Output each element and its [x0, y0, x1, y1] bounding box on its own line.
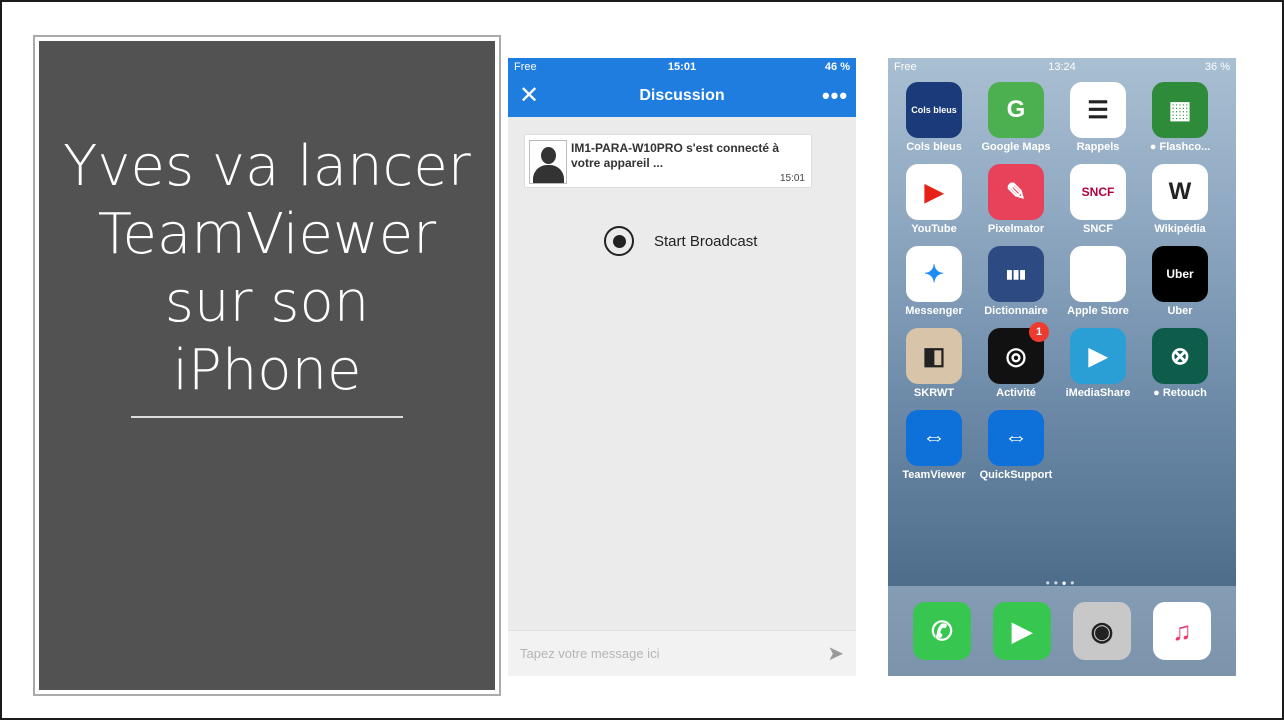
- app-label: iMediaShare: [1065, 387, 1131, 399]
- app-label: Google Maps: [981, 141, 1051, 153]
- dock-app-facetime[interactable]: ▶: [993, 602, 1051, 660]
- radio-button[interactable]: [604, 226, 634, 256]
- broadcast-label: Start Broadcast: [654, 232, 758, 250]
- app-glyph: ▶: [1088, 342, 1108, 370]
- dock-app-appareil-photo[interactable]: ◉: [1073, 602, 1131, 660]
- app-icon-sncf[interactable]: SNCF SNCF: [1070, 164, 1126, 235]
- app-glyph: ▶: [924, 178, 944, 206]
- app-label: SKRWT: [913, 387, 955, 399]
- app-icon-apple-store[interactable]: Apple Store: [1067, 246, 1129, 317]
- app-icon-dictionnaire[interactable]: ▮▮▮ Dictionnaire: [984, 246, 1048, 317]
- app-label: YouTube: [911, 223, 957, 235]
- status-time: 13:24: [1048, 61, 1076, 73]
- app-label: QuickSupport: [979, 469, 1053, 481]
- message-placeholder: Tapez votre message ici: [520, 646, 660, 661]
- app-icon-teamviewer[interactable]: ⇔ TeamViewer: [902, 410, 966, 481]
- message-input[interactable]: Tapez votre message ici ➤: [508, 630, 856, 676]
- app-glyph: ✆: [931, 615, 953, 646]
- app-glyph: W: [1168, 178, 1192, 205]
- app-glyph: ◎: [1005, 342, 1027, 370]
- message-text: IM1-PARA-W10PRO s'est connecté à votre a…: [571, 141, 780, 170]
- status-bar: Free 13:24 36 %: [888, 58, 1236, 76]
- app-icon-skrwt[interactable]: ◧ SKRWT: [906, 328, 962, 399]
- title-box: Yves va lancer TeamViewer sur son iPhone: [39, 41, 495, 690]
- app-glyph: Cols bleus: [911, 105, 957, 115]
- title-underline: [131, 416, 403, 418]
- app-icon-cols-bleus[interactable]: Cols bleus Cols bleus: [906, 82, 962, 153]
- status-bar: Free 15:01 46 %: [508, 58, 856, 75]
- app-label: TeamViewer: [902, 469, 966, 481]
- app-label: ● Flashco...: [1149, 141, 1211, 153]
- app-glyph: ☰: [1087, 96, 1109, 124]
- app-label: Activité: [996, 387, 1036, 399]
- home-screen: Free 13:24 36 % Cols bleus Cols bleus G Goo…: [888, 58, 1236, 676]
- message-time: 15:01: [779, 173, 805, 184]
- status-time: 15:01: [667, 60, 697, 73]
- app-icon-messenger[interactable]: ✦ Messenger: [905, 246, 963, 317]
- avatar: [529, 140, 567, 184]
- app-glyph: ⇔: [922, 424, 946, 451]
- app-glyph: ✎: [1005, 178, 1027, 206]
- app-icon-rappels[interactable]: ☰ Rappels: [1070, 82, 1126, 153]
- app-glyph: ▶: [1012, 615, 1032, 646]
- app-glyph: ▦: [1168, 96, 1192, 124]
- app-glyph: ▮▮▮: [1006, 267, 1026, 281]
- start-broadcast-option[interactable]: Start Broadcast: [604, 226, 757, 256]
- close-icon[interactable]: ✕: [508, 84, 550, 108]
- app-icon-flashcode[interactable]: ▦ ● Flashco...: [1150, 82, 1210, 153]
- app-icon-imediashare[interactable]: ▶ iMediaShare: [1066, 328, 1130, 399]
- app-icon-google-maps[interactable]: G Google Maps: [981, 82, 1051, 153]
- app-icon-quicksupport[interactable]: ⇔ QuickSupport: [980, 410, 1052, 481]
- app-label: Rappels: [1076, 141, 1120, 153]
- app-icon-wikip-dia[interactable]: W Wikipédia: [1152, 164, 1208, 235]
- app-glyph: Uber: [1166, 267, 1194, 281]
- app-icon-youtube[interactable]: ▶ YouTube: [906, 164, 962, 235]
- app-glyph: SNCF: [1081, 185, 1115, 199]
- discussion-screen: Free 15:01 46 % ✕ Discussion ••• IM1-PAR…: [508, 58, 856, 676]
- app-label: Messenger: [905, 305, 963, 317]
- app-label: Apple Store: [1067, 305, 1129, 317]
- app-glyph: ✦: [923, 260, 945, 288]
- app-label: Cols bleus: [906, 141, 962, 153]
- app-label: ● Retouch: [1153, 387, 1207, 399]
- app-label: Wikipédia: [1154, 223, 1206, 235]
- app-glyph: ◧: [922, 342, 946, 370]
- app-icon-activit-[interactable]: ◎ Activité 1: [988, 322, 1049, 399]
- send-icon[interactable]: ➤: [827, 641, 844, 666]
- dock: ✆ ▶ ◉ ♫: [888, 586, 1236, 676]
- dock-app-musique[interactable]: ♫: [1153, 602, 1211, 660]
- more-icon[interactable]: •••: [814, 83, 856, 109]
- dock-app-t-l-phone[interactable]: ✆: [913, 602, 971, 660]
- app-grid: Cols bleus Cols bleus G Google Maps ☰ Rappels…: [902, 82, 1226, 481]
- app-glyph: G: [1006, 96, 1026, 123]
- notification-badge: 1: [1029, 322, 1049, 342]
- app-label: Uber: [1167, 305, 1193, 317]
- app-glyph: ◉: [1090, 615, 1114, 646]
- app-icon-pixelmator[interactable]: ✎ Pixelmator: [988, 164, 1044, 235]
- app-label: Dictionnaire: [984, 305, 1048, 317]
- nav-bar: ✕ Discussion •••: [508, 75, 856, 117]
- app-glyph: ♫: [1172, 615, 1192, 646]
- app-glyph: ⇔: [1004, 424, 1028, 451]
- app-label: SNCF: [1083, 223, 1113, 235]
- app-glyph: ⊗: [1169, 342, 1191, 370]
- app-icon-uber[interactable]: Uber Uber: [1152, 246, 1208, 317]
- nav-title: Discussion: [639, 87, 725, 104]
- message-bubble: IM1-PARA-W10PRO s'est connecté à votre a…: [524, 134, 812, 188]
- app-label: Pixelmator: [987, 223, 1045, 235]
- slide-title: Yves va lancer TeamViewer sur son iPhone: [63, 134, 471, 403]
- app-icon-retouch[interactable]: ⊗ ● Retouch: [1152, 328, 1208, 399]
- title-panel: Yves va lancer TeamViewer sur son iPhone: [33, 35, 501, 696]
